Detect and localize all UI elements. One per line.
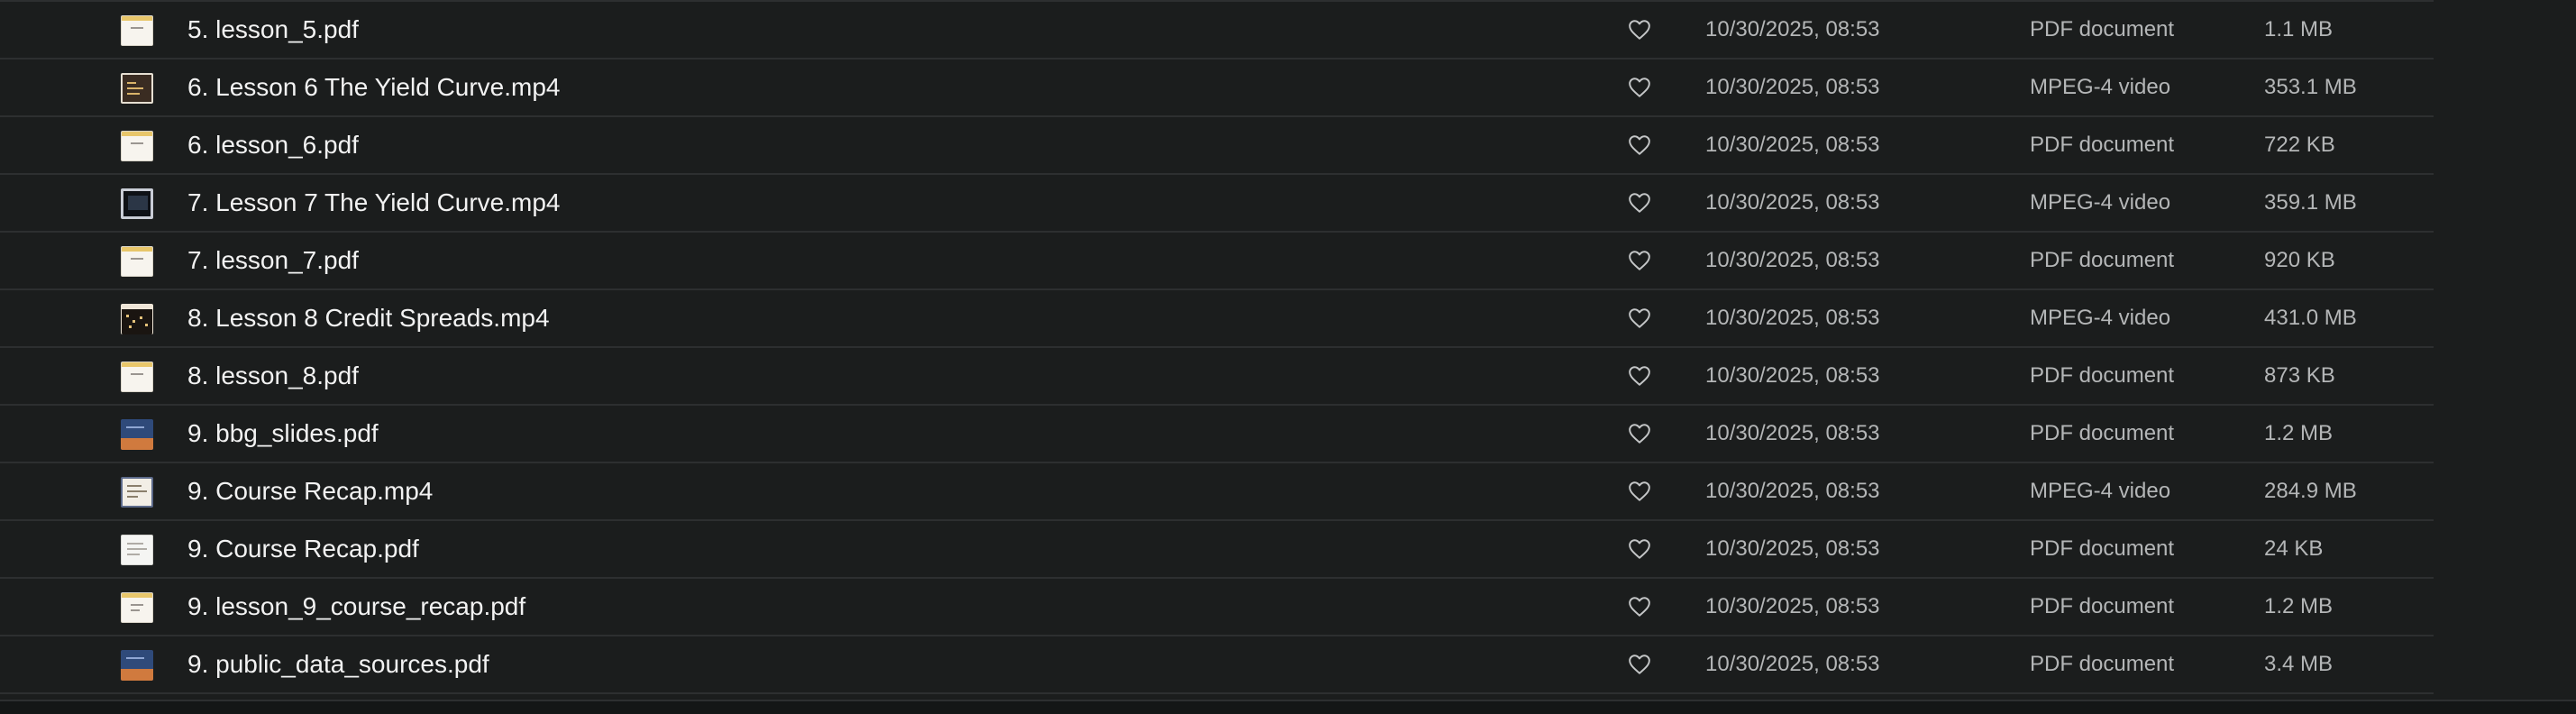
file-kind: PDF document	[2030, 133, 2175, 157]
list-footer	[0, 700, 2576, 714]
heart-outline-icon[interactable]	[1628, 250, 1651, 271]
file-name: 9. lesson_9_course_recap.pdf	[187, 592, 526, 620]
file-row[interactable]: 8. lesson_8.pdf 10/30/2025, 08:53 PDF do…	[0, 348, 2434, 406]
file-name: 9. public_data_sources.pdf	[187, 650, 489, 678]
file-row[interactable]: 9. public_data_sources.pdf 10/30/2025, 0…	[0, 636, 2434, 694]
file-date: 10/30/2025, 08:53	[1705, 536, 1880, 561]
file-kind: PDF document	[2030, 594, 2175, 618]
video-thumbnail-icon	[121, 188, 153, 219]
file-name: 6. lesson_6.pdf	[187, 131, 359, 159]
file-row[interactable]: 9. lesson_9_course_recap.pdf 10/30/2025,…	[0, 579, 2434, 636]
file-row[interactable]: 8. Lesson 8 Credit Spreads.mp4 10/30/202…	[0, 290, 2434, 348]
file-size: 722 KB	[2264, 133, 2335, 157]
file-size: 1.2 MB	[2264, 594, 2334, 618]
file-name: 9. Course Recap.pdf	[187, 535, 419, 563]
file-row[interactable]: 9. bbg_slides.pdf 10/30/2025, 08:53 PDF …	[0, 406, 2434, 463]
file-row[interactable]: 7. lesson_7.pdf 10/30/2025, 08:53 PDF do…	[0, 233, 2434, 290]
file-row[interactable]: 6. lesson_6.pdf 10/30/2025, 08:53 PDF do…	[0, 117, 2434, 175]
file-name: 9. bbg_slides.pdf	[187, 419, 379, 447]
file-row[interactable]: 5. lesson_5.pdf 10/30/2025, 08:53 PDF do…	[0, 2, 2434, 60]
file-name: 8. Lesson 8 Credit Spreads.mp4	[187, 304, 550, 332]
file-size: 359.1 MB	[2264, 190, 2357, 215]
file-date: 10/30/2025, 08:53	[1705, 363, 1880, 388]
file-name: 6. Lesson 6 The Yield Curve.mp4	[187, 73, 561, 101]
file-kind: PDF document	[2030, 17, 2175, 41]
video-thumbnail-icon	[121, 73, 153, 104]
pdf-thumbnail-icon	[121, 592, 153, 623]
heart-outline-icon[interactable]	[1628, 365, 1651, 387]
pdf-thumbnail-icon	[121, 131, 153, 161]
file-date: 10/30/2025, 08:53	[1705, 306, 1880, 330]
file-size: 3.4 MB	[2264, 652, 2334, 676]
file-kind: MPEG-4 video	[2030, 190, 2171, 215]
file-kind: MPEG-4 video	[2030, 479, 2171, 503]
heart-outline-icon[interactable]	[1628, 538, 1651, 560]
file-size: 353.1 MB	[2264, 75, 2357, 99]
file-kind: PDF document	[2030, 652, 2175, 676]
file-date: 10/30/2025, 08:53	[1705, 652, 1880, 676]
heart-outline-icon[interactable]	[1628, 19, 1651, 41]
file-date: 10/30/2025, 08:53	[1705, 594, 1880, 618]
video-thumbnail-icon	[121, 304, 153, 334]
file-name: 9. Course Recap.mp4	[187, 477, 434, 505]
heart-outline-icon[interactable]	[1628, 192, 1651, 214]
pdf-thumbnail-icon	[121, 15, 153, 46]
file-list: 5. lesson_5.pdf 10/30/2025, 08:53 PDF do…	[0, 0, 2576, 714]
file-size: 1.1 MB	[2264, 17, 2334, 41]
file-size: 920 KB	[2264, 248, 2335, 272]
file-name: 7. lesson_7.pdf	[187, 246, 359, 274]
file-name: 7. Lesson 7 The Yield Curve.mp4	[187, 188, 561, 216]
file-row[interactable]: 9. Course Recap.mp4 10/30/2025, 08:53 MP…	[0, 463, 2434, 521]
file-date: 10/30/2025, 08:53	[1705, 190, 1880, 215]
file-date: 10/30/2025, 08:53	[1705, 75, 1880, 99]
file-date: 10/30/2025, 08:53	[1705, 17, 1880, 41]
file-row[interactable]: 7. Lesson 7 The Yield Curve.mp4 10/30/20…	[0, 175, 2434, 233]
file-kind: PDF document	[2030, 248, 2175, 272]
file-size: 1.2 MB	[2264, 421, 2334, 445]
file-size: 431.0 MB	[2264, 306, 2357, 330]
heart-outline-icon[interactable]	[1628, 423, 1651, 444]
file-kind: PDF document	[2030, 363, 2175, 388]
heart-outline-icon[interactable]	[1628, 134, 1651, 156]
pdf-thumbnail-icon	[121, 535, 153, 565]
file-date: 10/30/2025, 08:53	[1705, 421, 1880, 445]
file-name: 8. lesson_8.pdf	[187, 362, 359, 389]
video-thumbnail-icon	[121, 477, 153, 508]
file-row[interactable]: 9. Course Recap.pdf 10/30/2025, 08:53 PD…	[0, 521, 2434, 579]
heart-outline-icon[interactable]	[1628, 654, 1651, 675]
pdf-thumbnail-icon	[121, 246, 153, 277]
file-kind: MPEG-4 video	[2030, 306, 2171, 330]
file-size: 284.9 MB	[2264, 479, 2357, 503]
file-date: 10/30/2025, 08:53	[1705, 248, 1880, 272]
file-row[interactable]: 6. Lesson 6 The Yield Curve.mp4 10/30/20…	[0, 60, 2434, 117]
pdf-thumbnail-icon	[121, 650, 153, 681]
heart-outline-icon[interactable]	[1628, 307, 1651, 329]
file-date: 10/30/2025, 08:53	[1705, 133, 1880, 157]
file-size: 873 KB	[2264, 363, 2335, 388]
file-kind: MPEG-4 video	[2030, 75, 2171, 99]
file-kind: PDF document	[2030, 536, 2175, 561]
file-date: 10/30/2025, 08:53	[1705, 479, 1880, 503]
file-kind: PDF document	[2030, 421, 2175, 445]
file-name: 5. lesson_5.pdf	[187, 15, 359, 43]
heart-outline-icon[interactable]	[1628, 596, 1651, 618]
file-size: 24 KB	[2264, 536, 2324, 561]
pdf-thumbnail-icon	[121, 419, 153, 450]
heart-outline-icon[interactable]	[1628, 481, 1651, 502]
pdf-thumbnail-icon	[121, 362, 153, 392]
heart-outline-icon[interactable]	[1628, 77, 1651, 98]
